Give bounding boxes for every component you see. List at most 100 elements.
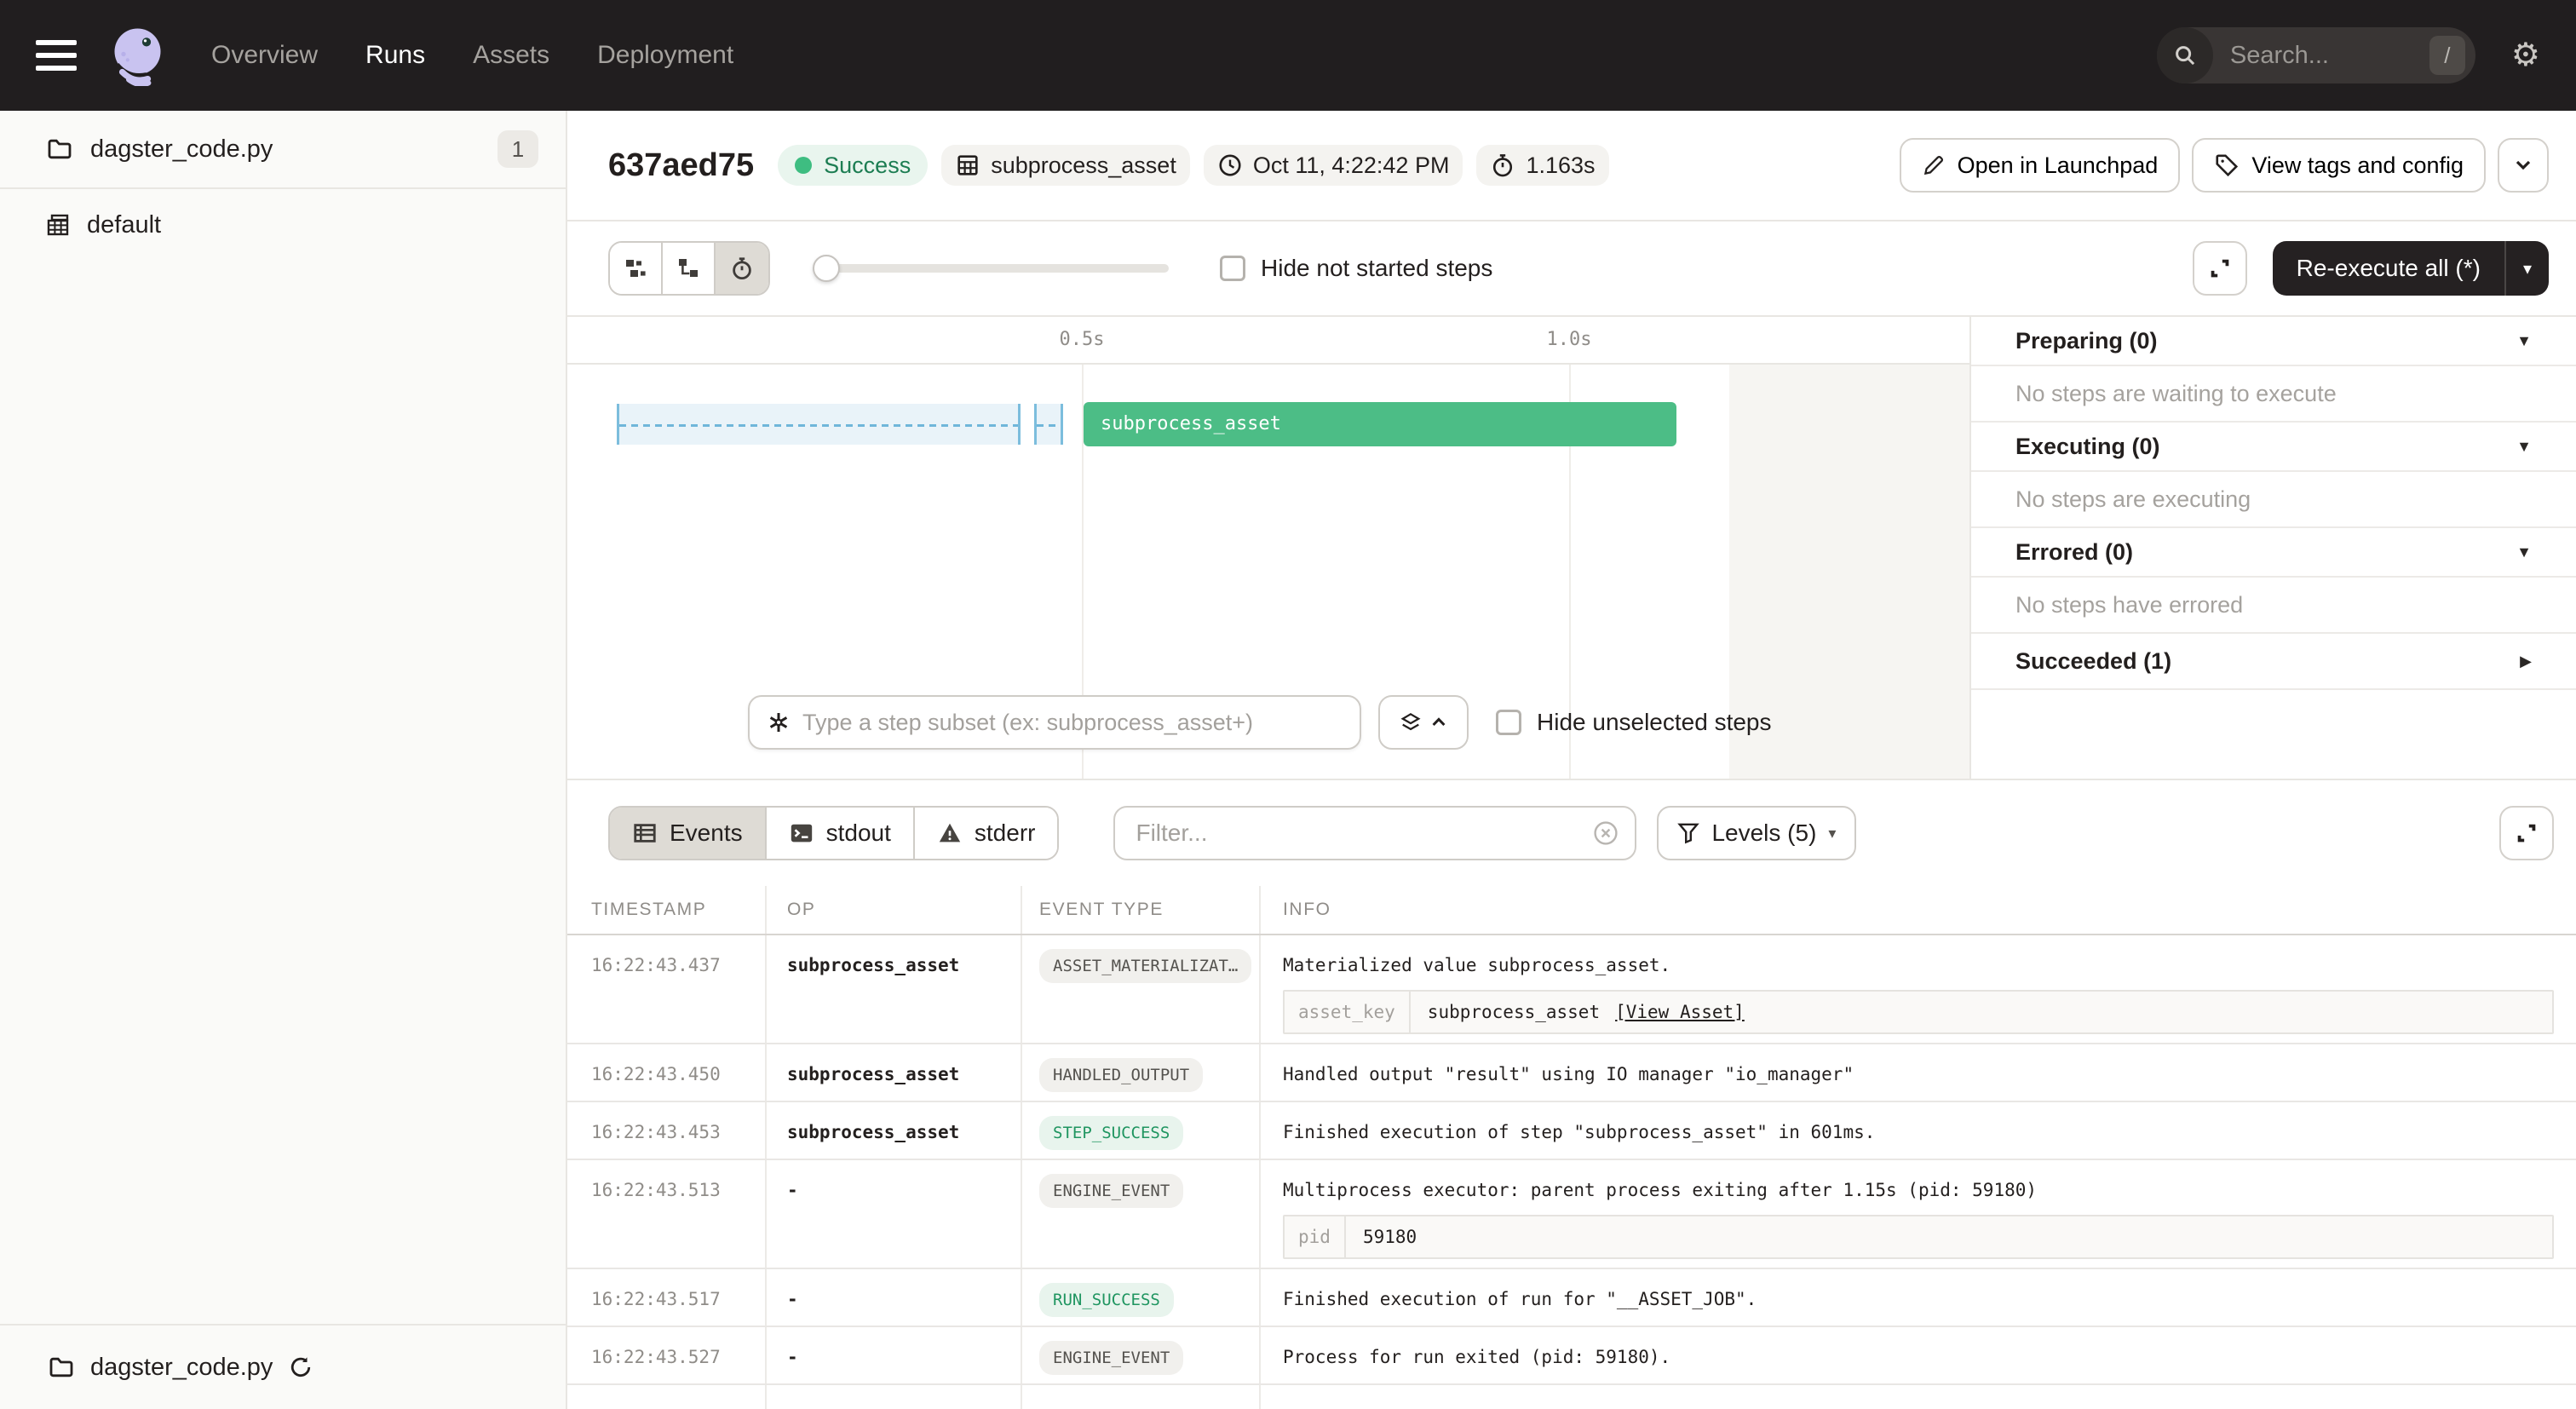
sidebar-item-code-location[interactable]: dagster_code.py 1 [0,111,566,189]
event-type-badge: ENGINE_EVENT [1039,1341,1183,1375]
checkbox-icon[interactable] [1220,256,1245,281]
panel-empty-text: No steps have errored [1971,578,2576,634]
table-row[interactable]: 16:22:43.513-ENGINE_EVENTMultiprocess ex… [567,1160,2576,1269]
table-icon [632,820,658,846]
checkbox-icon[interactable] [1496,710,1521,735]
table-row[interactable]: 16:22:43.450subprocess_assetHANDLED_OUTP… [567,1044,2576,1102]
refresh-icon[interactable] [288,1354,313,1380]
levels-filter-button[interactable]: Levels (5) ▾ [1657,806,1856,860]
log-filter-wrap [1113,806,1636,860]
clear-filter-icon[interactable] [1592,820,1619,847]
run-actions-chevron-button[interactable] [2498,138,2549,193]
metadata-value-text: 59180 [1363,1224,1417,1250]
expand-icon [2514,820,2539,846]
panel-section-header[interactable]: Preparing (0)▼ [1971,317,2576,366]
column-header: OP [767,886,1022,934]
job-name: subprocess_asset [991,152,1176,179]
nav-link-deployment[interactable]: Deployment [597,41,733,70]
waiting-bar [1034,404,1063,445]
table-row-empty [567,1385,2576,1409]
info-text: Materialized value subprocess_asset. [1283,952,2554,978]
table-row[interactable]: 16:22:43.517-RUN_SUCCESSFinished executi… [567,1269,2576,1327]
event-type-badge: RUN_SUCCESS [1039,1283,1174,1317]
hide-not-started-checkbox[interactable]: Hide not started steps [1220,255,1492,282]
view-tags-config-button[interactable]: View tags and config [2192,138,2486,193]
nav-link-runs[interactable]: Runs [365,41,425,70]
duration: 1.163s [1526,152,1595,179]
waiting-bar [617,404,1021,445]
launchpad-label: Open in Launchpad [1958,152,2159,179]
tab-stdout[interactable]: stdout [767,808,915,859]
info-text: Multiprocess executor: parent process ex… [1283,1177,2554,1203]
events-toolbar: Eventsstdout stderr Levels (5) ▾ [567,780,2576,886]
panel-section-header[interactable]: Executing (0)▼ [1971,423,2576,472]
timeline-tick: 1.0s [1547,329,1592,350]
gantt-step-bar[interactable]: subprocess_asset [1084,402,1676,446]
panel-section-label: Succeeded (1) [2015,648,2171,675]
start-time-tag: Oct 11, 4:22:42 PM [1204,145,1463,186]
log-filter-input[interactable] [1136,820,1592,847]
chevron-up-icon [1430,714,1447,731]
cell-info: Handled output "result" using IO manager… [1261,1044,2576,1101]
job-grid-icon [955,152,980,178]
timeline-tick: 0.5s [1060,329,1105,350]
gantt-view-mode-group [608,241,770,296]
zoom-slider[interactable] [813,264,1169,273]
menu-icon[interactable] [36,40,77,71]
metadata-box: pid59180 [1283,1215,2554,1259]
warning-icon [937,820,963,846]
main-content: 637aed75 Success subprocess_asset Oct 11… [567,111,2576,1409]
open-in-launchpad-button[interactable]: Open in Launchpad [1900,138,2181,193]
gantt-fullscreen-button[interactable] [2193,241,2247,296]
cell-timestamp: 16:22:43.450 [567,1044,767,1101]
tab-stderr[interactable]: stderr [915,808,1058,859]
cell-event-type: HANDLED_OUTPUT [1022,1044,1261,1101]
reexecute-all-button[interactable]: Re-execute all (*) ▾ [2273,241,2549,296]
cell-info: Materialized value subprocess_asset.asse… [1261,935,2576,1043]
table-row[interactable]: 16:22:43.453subprocess_assetSTEP_SUCCESS… [567,1102,2576,1160]
panel-section-header[interactable]: Succeeded (1) ▶ [1971,634,2576,690]
sidebar-footer-code-location: dagster_code.py [0,1324,566,1409]
code-location-label: dagster_code.py [90,135,273,164]
hide-unselected-checkbox[interactable]: Hide unselected steps [1496,709,1772,736]
info-text: Finished execution of run for "__ASSET_J… [1283,1286,2554,1312]
job-tag[interactable]: subprocess_asset [941,145,1190,186]
metadata-value: subprocess_asset[View Asset] [1411,992,1762,1032]
cell-event-type: ENGINE_EVENT [1022,1327,1261,1383]
dagster-logo-icon[interactable] [106,25,167,86]
table-row[interactable]: 16:22:43.527-ENGINE_EVENTProcess for run… [567,1327,2576,1385]
sidebar-item-group-default[interactable]: default [0,189,566,261]
logs-fullscreen-button[interactable] [2499,806,2554,860]
cell-info: Process for run exited (pid: 59180). [1261,1327,2576,1383]
folder-icon [48,1354,75,1381]
gear-icon[interactable]: ⚙ [2511,39,2540,72]
nav-link-overview[interactable]: Overview [211,41,318,70]
tab-events[interactable]: Events [610,808,767,859]
tab-label: stderr [975,820,1036,847]
search-input[interactable]: Search... / [2157,27,2475,83]
timed-view-button[interactable] [716,243,768,294]
step-subset-input[interactable] [802,710,1343,736]
event-type-badge: ASSET_MATERIALIZAT… [1039,949,1251,983]
sidebar: dagster_code.py 1 default dagster_code.p… [0,111,567,1409]
reexecute-label: Re-execute all (*) [2273,241,2504,296]
graph-options-button[interactable] [1378,695,1469,750]
cell-timestamp: 16:22:43.517 [567,1269,767,1326]
cell-event-type: ASSET_MATERIALIZAT… [1022,935,1261,1043]
cell-op: subprocess_asset [767,935,1022,1043]
flat-view-button[interactable] [610,243,663,294]
nav-link-assets[interactable]: Assets [473,41,549,70]
cell-event-type: ENGINE_EVENT [1022,1160,1261,1268]
clock-icon [1217,152,1243,178]
chevron-right-icon: ▶ [2520,653,2532,670]
panel-section-header[interactable]: Errored (0)▼ [1971,528,2576,578]
waterfall-view-button[interactable] [663,243,716,294]
reexecute-dropdown-caret[interactable]: ▾ [2504,241,2549,296]
slider-thumb[interactable] [813,255,840,282]
chevron-down-icon: ▾ [1828,825,1836,843]
start-time: Oct 11, 4:22:42 PM [1253,152,1450,179]
table-row[interactable]: 16:22:43.437subprocess_assetASSET_MATERI… [567,935,2576,1044]
view-asset-link[interactable]: [View Asset] [1615,999,1745,1025]
chevron-down-icon: ▼ [2516,438,2532,456]
cell-op: - [767,1160,1022,1268]
